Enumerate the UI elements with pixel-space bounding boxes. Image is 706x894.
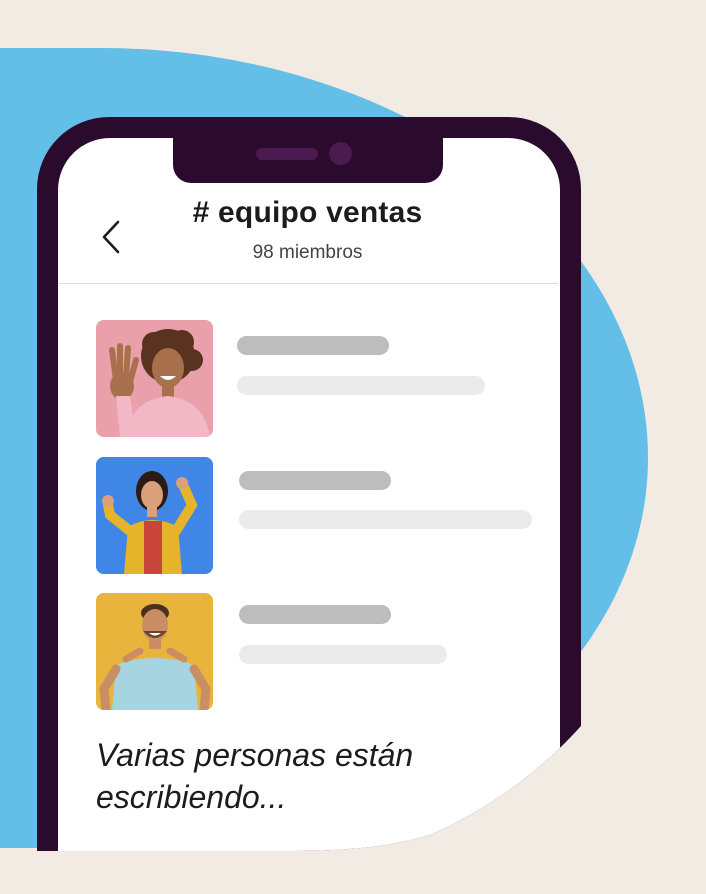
avatar[interactable] bbox=[96, 593, 213, 710]
phone-speaker bbox=[256, 148, 318, 160]
woman-dancing-photo bbox=[96, 457, 213, 574]
message-text-placeholder bbox=[239, 645, 447, 664]
man-pointing-photo bbox=[96, 593, 213, 710]
message-sender-placeholder bbox=[237, 336, 389, 355]
phone-mockup: # equipo ventas 98 miembros Varias perso… bbox=[0, 0, 706, 894]
message-text-placeholder bbox=[237, 376, 485, 395]
member-count[interactable]: 98 miembros bbox=[180, 242, 435, 264]
channel-title: # equipo ventas bbox=[192, 196, 423, 229]
message-sender-placeholder bbox=[239, 471, 391, 490]
chevron-left-icon bbox=[101, 220, 121, 254]
message-sender-placeholder bbox=[239, 605, 391, 624]
typing-indicator: Varias personas están escribiendo... bbox=[96, 737, 414, 815]
phone-camera bbox=[329, 142, 352, 165]
illustration: # equipo ventas 98 miembros Varias perso… bbox=[0, 0, 706, 894]
message-text-placeholder bbox=[239, 510, 532, 529]
header-divider bbox=[58, 283, 558, 284]
avatar[interactable] bbox=[96, 320, 213, 437]
woman-waving-photo bbox=[96, 320, 213, 437]
back-button[interactable] bbox=[96, 218, 126, 256]
avatar[interactable] bbox=[96, 457, 213, 574]
